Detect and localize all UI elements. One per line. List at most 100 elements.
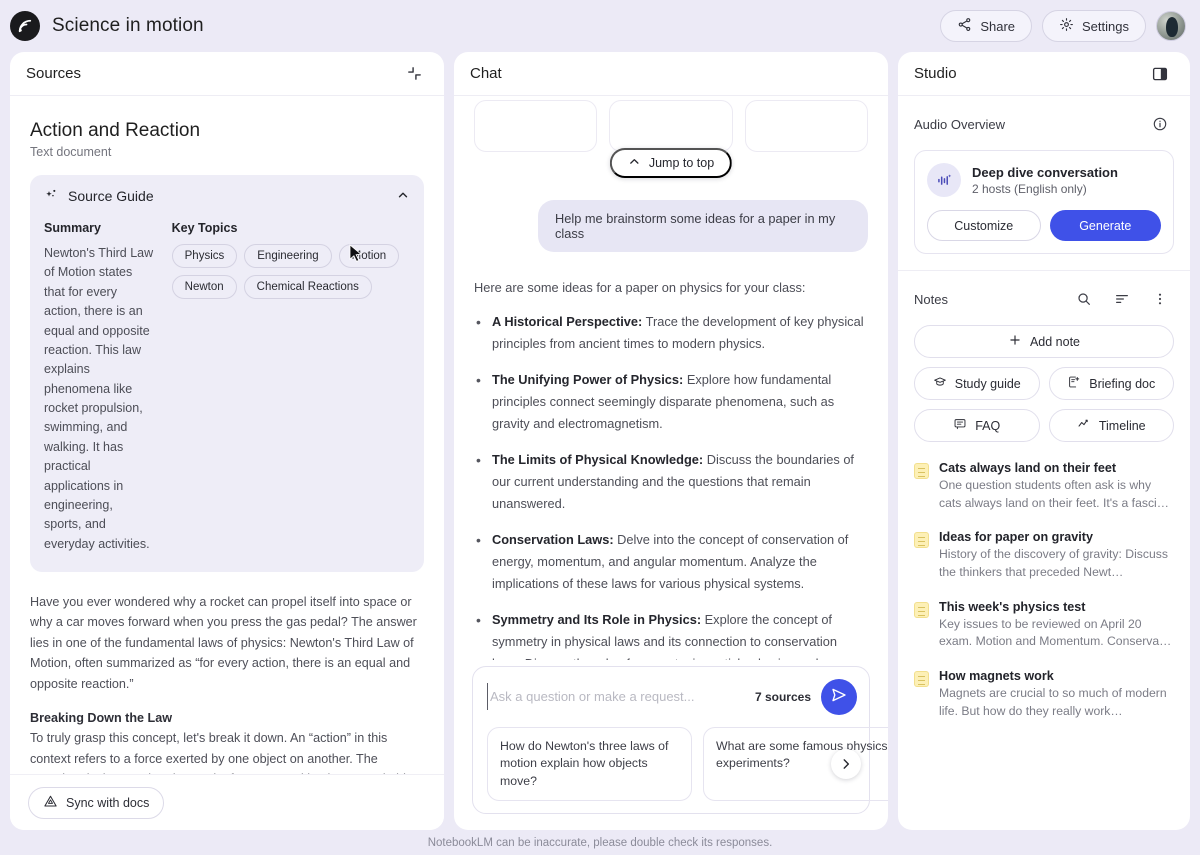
footer-disclaimer: NotebookLM can be inaccurate, please dou…: [427, 837, 773, 849]
note-item[interactable]: How magnets work Magnets are crucial to …: [914, 660, 1174, 729]
notes-list: Cats always land on their feet One quest…: [898, 446, 1190, 830]
source-document-text: Have you ever wondered why a rocket can …: [30, 592, 424, 774]
note-item[interactable]: Cats always land on their feet One quest…: [914, 452, 1174, 521]
audio-overview-section: Audio Overview Deep dive conversation 2 …: [898, 96, 1190, 271]
note-icon: [914, 532, 929, 549]
note-icon: [914, 601, 929, 618]
notes-actions: Add note Study guide Briefing doc FAQ Ti…: [914, 325, 1174, 442]
response-item-title: Symmetry and Its Role in Physics:: [492, 612, 702, 628]
composer-wrap: 7 sources How do Newton's three laws of …: [454, 660, 888, 830]
split-panel-icon[interactable]: [1146, 60, 1174, 88]
sources-header: Sources: [10, 52, 444, 96]
doc-intro: Have you ever wondered why a rocket can …: [30, 595, 417, 691]
topic-chip[interactable]: Engineering: [244, 244, 332, 268]
doc-body: To truly grasp this concept, let's break…: [30, 731, 423, 774]
ghost-card: [744, 100, 868, 152]
topic-chip[interactable]: Newton: [171, 275, 237, 299]
notebooklm-logo-icon: [10, 11, 40, 41]
study-guide-button[interactable]: Study guide: [914, 367, 1040, 400]
info-icon[interactable]: [1146, 110, 1174, 138]
topic-chip[interactable]: Physics: [171, 244, 238, 268]
source-doc-title: Action and Reaction: [30, 120, 201, 141]
graduation-cap-icon: [933, 375, 947, 392]
timeline-button[interactable]: Timeline: [1048, 409, 1174, 442]
ghost-card: [609, 100, 733, 152]
audio-card-title: Deep dive conversation: [972, 164, 1118, 180]
topic-chip[interactable]: Motion: [338, 244, 400, 268]
generate-button[interactable]: Generate: [1049, 210, 1161, 241]
note-snippet: Key issues to be reviewed on April 20 ex…: [939, 616, 1172, 649]
add-note-button[interactable]: Add note: [914, 325, 1174, 358]
response-list: A Historical Perspective: Trace the deve…: [474, 310, 868, 659]
studio-title: Studio: [914, 65, 957, 82]
chevron-up-icon[interactable]: [396, 188, 410, 205]
response-item-title: The Limits of Physical Knowledge:: [492, 452, 704, 468]
faq-button[interactable]: FAQ: [914, 409, 1040, 442]
note-title: How magnets work: [939, 669, 1054, 684]
note-item[interactable]: Ideas for paper on gravity History of th…: [914, 521, 1174, 590]
app-root: Science in motion Share Settings Sources…: [0, 0, 1200, 855]
sources-body: Action and Reaction Text document Source…: [10, 96, 444, 774]
chevron-up-icon: [628, 155, 641, 171]
note-item[interactable]: This week's physics test Key issues to b…: [914, 591, 1174, 660]
suggestion-chip[interactable]: How do Newton's three laws of motion exp…: [487, 726, 692, 801]
top-bar: Science in motion Share Settings: [0, 0, 1200, 52]
sources-footer: Sync with docs: [10, 774, 444, 830]
faq-icon: [953, 417, 967, 434]
collapse-panel-icon[interactable]: [400, 60, 428, 88]
more-vertical-icon[interactable]: [1146, 285, 1174, 313]
chat-panel: Chat Jump to top Help me brainstorm some…: [454, 52, 888, 830]
gear-icon: [1059, 17, 1074, 35]
audio-waveform-icon: [927, 163, 961, 197]
studio-header: Studio: [898, 52, 1190, 96]
briefing-doc-button[interactable]: Briefing doc: [1048, 367, 1174, 400]
summary-text: Newton's Third Law of Motion states that…: [44, 246, 154, 551]
jump-to-top-label: Jump to top: [648, 156, 715, 170]
chevron-right-icon[interactable]: [831, 748, 861, 779]
top-bar-actions: Share Settings: [940, 10, 1186, 42]
response-item-title: A Historical Perspective:: [492, 314, 643, 330]
response-item-title: Conservation Laws:: [492, 532, 614, 548]
note-icon: [914, 671, 929, 688]
panels-row: Sources Action and Reaction Text documen…: [0, 52, 1200, 830]
faq-label: FAQ: [975, 418, 1001, 433]
jump-to-top-button[interactable]: Jump to top: [609, 148, 733, 178]
summary-label: Summary: [44, 221, 101, 235]
send-icon: [830, 686, 848, 707]
source-guide-header[interactable]: Source Guide: [44, 187, 410, 205]
sort-icon[interactable]: [1108, 285, 1136, 313]
key-topics-list: Physics Engineering Motion Newton Chemic…: [171, 244, 410, 299]
share-button[interactable]: Share: [940, 10, 1033, 42]
response-item: Symmetry and Its Role in Physics: Explor…: [474, 608, 868, 659]
customize-button[interactable]: Customize: [927, 210, 1041, 241]
search-icon[interactable]: [1070, 285, 1098, 313]
source-guide-title: Source Guide: [68, 188, 154, 204]
brand: Science in motion: [10, 11, 204, 41]
response-item: The Unifying Power of Physics: Explore h…: [474, 368, 868, 435]
chat-title: Chat: [470, 65, 502, 82]
user-message: Help me brainstorm some ideas for a pape…: [538, 200, 868, 252]
audio-overview-label: Audio Overview: [914, 116, 1006, 132]
timeline-label: Timeline: [1098, 418, 1146, 433]
response-item: The Limits of Physical Knowledge: Discus…: [474, 448, 868, 515]
sources-title: Sources: [26, 65, 82, 82]
studio-panel: Studio Audio Overview Deep dive conversa…: [898, 52, 1190, 830]
topic-chip[interactable]: Chemical Reactions: [243, 275, 372, 299]
source-guide-card: Source Guide Summary Newton's Third Law …: [30, 175, 424, 572]
scrolled-suggestion-cards: [474, 96, 868, 152]
settings-button[interactable]: Settings: [1042, 10, 1146, 42]
sync-with-docs-button[interactable]: Sync with docs: [28, 786, 165, 819]
study-guide-label: Study guide: [954, 376, 1021, 391]
response-intro: Here are some ideas for a paper on physi…: [474, 280, 806, 295]
note-snippet: One question students often ask is why c…: [939, 478, 1169, 510]
timeline-icon: [1077, 417, 1091, 434]
sparkle-icon: [44, 187, 59, 205]
avatar[interactable]: [1156, 11, 1186, 41]
share-label: Share: [980, 18, 1016, 34]
sources-panel: Sources Action and Reaction Text documen…: [10, 52, 444, 830]
notebook-title: Science in motion: [52, 15, 204, 36]
audio-overview-card: Deep dive conversation 2 hosts (English …: [914, 150, 1174, 254]
note-snippet: History of the discovery of gravity: Dis…: [939, 547, 1168, 580]
send-button[interactable]: [821, 678, 857, 715]
chat-input[interactable]: [487, 683, 745, 711]
